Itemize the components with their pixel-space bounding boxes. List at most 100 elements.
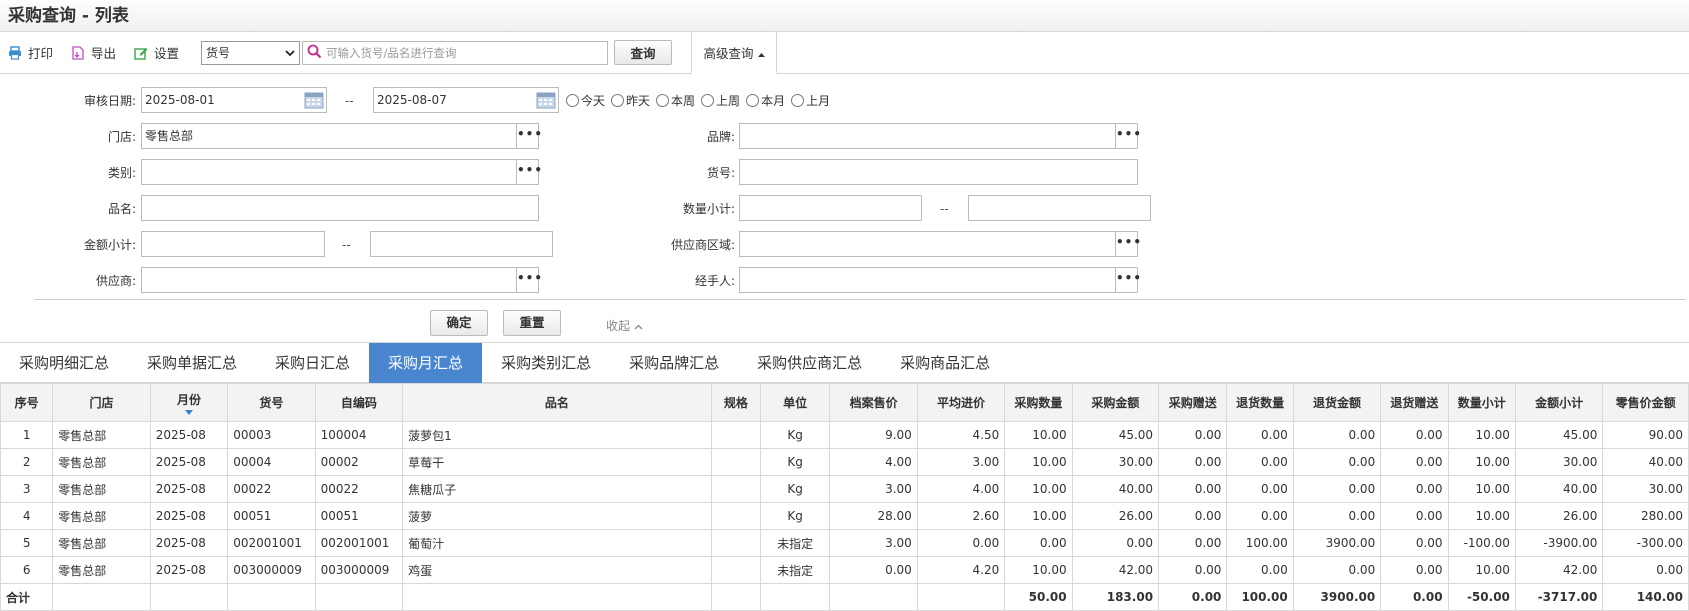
store-more-button[interactable]: ••• <box>516 124 542 148</box>
confirm-button[interactable]: 确定 <box>430 310 488 336</box>
supplier-input[interactable]: ••• <box>141 267 542 293</box>
reset-button[interactable]: 重置 <box>503 310 561 336</box>
category-input[interactable]: ••• <box>141 159 542 185</box>
tab-document-summary[interactable]: 采购单据汇总 <box>128 343 256 383</box>
column-header[interactable]: 采购金额 <box>1071 383 1160 422</box>
radio-this-month[interactable]: 本月 <box>746 92 785 109</box>
column-header[interactable]: 退货赠送 <box>1380 383 1449 422</box>
qty-subtotal-to-input[interactable] <box>968 195 1151 221</box>
radio-circle <box>701 94 715 107</box>
query-button[interactable]: 查询 <box>614 40 673 65</box>
table-cell: 00004 <box>227 448 316 476</box>
table-row[interactable]: 5 零售总部 2025-08 002001001 002001001 葡萄汁 未指定 3.00… <box>0 529 1689 557</box>
item-no-input[interactable] <box>739 159 1138 185</box>
table-cell <box>710 556 761 584</box>
column-header[interactable]: 零售价金额 <box>1602 383 1689 422</box>
table-cell: 10.00 <box>1004 502 1073 530</box>
column-header[interactable]: 货号 <box>227 383 316 422</box>
radio-this-week[interactable]: 本周 <box>656 92 695 109</box>
table-cell: 42.00 <box>1071 556 1160 584</box>
total-cell: -3717.00 <box>1514 583 1604 611</box>
table-cell: 3.00 <box>829 529 918 557</box>
table-cell: 0.00 <box>1602 556 1689 584</box>
store-input[interactable]: 零售总部 ••• <box>141 123 542 149</box>
column-header-label: 品名 <box>544 396 569 410</box>
settings-button[interactable]: 设置 <box>134 43 179 62</box>
print-button[interactable]: 打印 <box>8 43 53 62</box>
handler-more-button[interactable]: ••• <box>1115 268 1141 292</box>
column-header[interactable]: 采购赠送 <box>1158 383 1228 422</box>
tab-detail-summary[interactable]: 采购明细汇总 <box>0 343 128 383</box>
column-header[interactable]: 采购数量 <box>1004 383 1073 422</box>
radio-last-month[interactable]: 上月 <box>791 92 830 109</box>
table-cell: 2025-08 <box>149 529 229 557</box>
audit-date-label: 审核日期: <box>83 94 136 108</box>
supplier-more-button[interactable]: ••• <box>516 268 542 292</box>
column-header-label: 规格 <box>723 396 748 410</box>
search-input[interactable] <box>326 45 604 60</box>
column-header[interactable]: 月份 <box>149 383 229 422</box>
filter-divider <box>34 299 1686 300</box>
tab-product-summary[interactable]: 采购商品汇总 <box>881 343 1009 383</box>
name-input[interactable] <box>141 195 539 221</box>
category-more-button[interactable]: ••• <box>516 160 542 184</box>
table-cell: 5 <box>0 529 54 557</box>
table-cell: 26.00 <box>1071 502 1160 530</box>
column-header-label: 退货数量 <box>1236 396 1285 410</box>
collapse-link[interactable]: 收起 <box>606 317 643 334</box>
table-cell: -3900.00 <box>1514 529 1604 557</box>
table-cell: 10.00 <box>1447 502 1516 530</box>
qty-subtotal-from-input[interactable] <box>739 195 922 221</box>
calendar-icon[interactable] <box>304 91 324 109</box>
supplier-region-input[interactable]: ••• <box>739 231 1141 257</box>
column-header[interactable]: 档案售价 <box>829 383 918 422</box>
column-header[interactable]: 规格 <box>710 383 761 422</box>
amount-subtotal-to-input[interactable] <box>370 231 553 257</box>
radio-last-week[interactable]: 上周 <box>701 92 740 109</box>
total-cell: 100.00 <box>1226 583 1294 611</box>
table-row[interactable]: 3 零售总部 2025-08 00022 00022 焦糖瓜子 Kg 3.00 4.00 10.0… <box>0 475 1689 503</box>
export-button[interactable]: 导出 <box>71 43 116 62</box>
column-header[interactable]: 退货数量 <box>1226 383 1294 422</box>
column-header[interactable]: 单位 <box>759 383 831 422</box>
table-row[interactable]: 4 零售总部 2025-08 00051 00051 菠萝 Kg 28.00 2.60 10.00… <box>0 502 1689 530</box>
date-from-input[interactable]: 2025-08-01 <box>141 87 327 113</box>
title-bar: 采购查询 - 列表 <box>0 0 1689 32</box>
calendar-icon[interactable] <box>536 91 556 109</box>
brand-label: 品牌: <box>706 130 735 144</box>
table-cell: 0.00 <box>1226 556 1294 584</box>
column-header[interactable]: 自编码 <box>314 383 404 422</box>
advanced-query-tab[interactable]: 高级查询 <box>691 31 777 74</box>
table-cell: 2025-08 <box>149 448 229 476</box>
table-cell: 40.00 <box>1071 475 1160 503</box>
supplier-region-more-button[interactable]: ••• <box>1115 232 1141 256</box>
table-cell: 0.00 <box>1292 421 1382 449</box>
column-header[interactable]: 品名 <box>402 383 712 422</box>
table-row[interactable]: 1 零售总部 2025-08 00003 100004 菠萝包1 Kg 9.00 4.50 10.… <box>0 421 1689 449</box>
brand-more-button[interactable]: ••• <box>1115 124 1141 148</box>
tab-daily-summary[interactable]: 采购日汇总 <box>256 343 369 383</box>
table-cell: 9.00 <box>829 421 918 449</box>
tab-monthly-summary[interactable]: 采购月汇总 <box>369 343 483 383</box>
table-cell: 0.00 <box>1380 556 1449 584</box>
amount-subtotal-from-input[interactable] <box>141 231 325 257</box>
column-header[interactable]: 序号 <box>0 383 54 422</box>
tab-category-summary[interactable]: 采购类别汇总 <box>482 343 610 383</box>
table-row[interactable]: 6 零售总部 2025-08 003000009 003000009 鸡蛋 未指定 0.00 4… <box>0 556 1689 584</box>
table-cell: 0.00 <box>1004 529 1073 557</box>
column-header[interactable]: 门店 <box>52 383 151 422</box>
radio-today[interactable]: 今天 <box>566 92 605 109</box>
column-header[interactable]: 平均进价 <box>916 383 1006 422</box>
column-header[interactable]: 金额小计 <box>1514 383 1604 422</box>
date-to-input[interactable]: 2025-08-07 <box>373 87 559 113</box>
tab-brand-summary[interactable]: 采购品牌汇总 <box>610 343 738 383</box>
column-header[interactable]: 数量小计 <box>1447 383 1516 422</box>
radio-yesterday[interactable]: 昨天 <box>611 92 650 109</box>
column-header[interactable]: 退货金额 <box>1292 383 1382 422</box>
handler-input[interactable]: ••• <box>739 267 1141 293</box>
tab-supplier-summary[interactable]: 采购供应商汇总 <box>738 343 881 383</box>
search-field-select[interactable]: 货号 <box>201 40 301 65</box>
brand-input[interactable]: ••• <box>739 123 1141 149</box>
table-row[interactable]: 2 零售总部 2025-08 00004 00002 草莓干 Kg 4.00 3.00 10.00… <box>0 448 1689 476</box>
total-cell <box>314 583 404 611</box>
